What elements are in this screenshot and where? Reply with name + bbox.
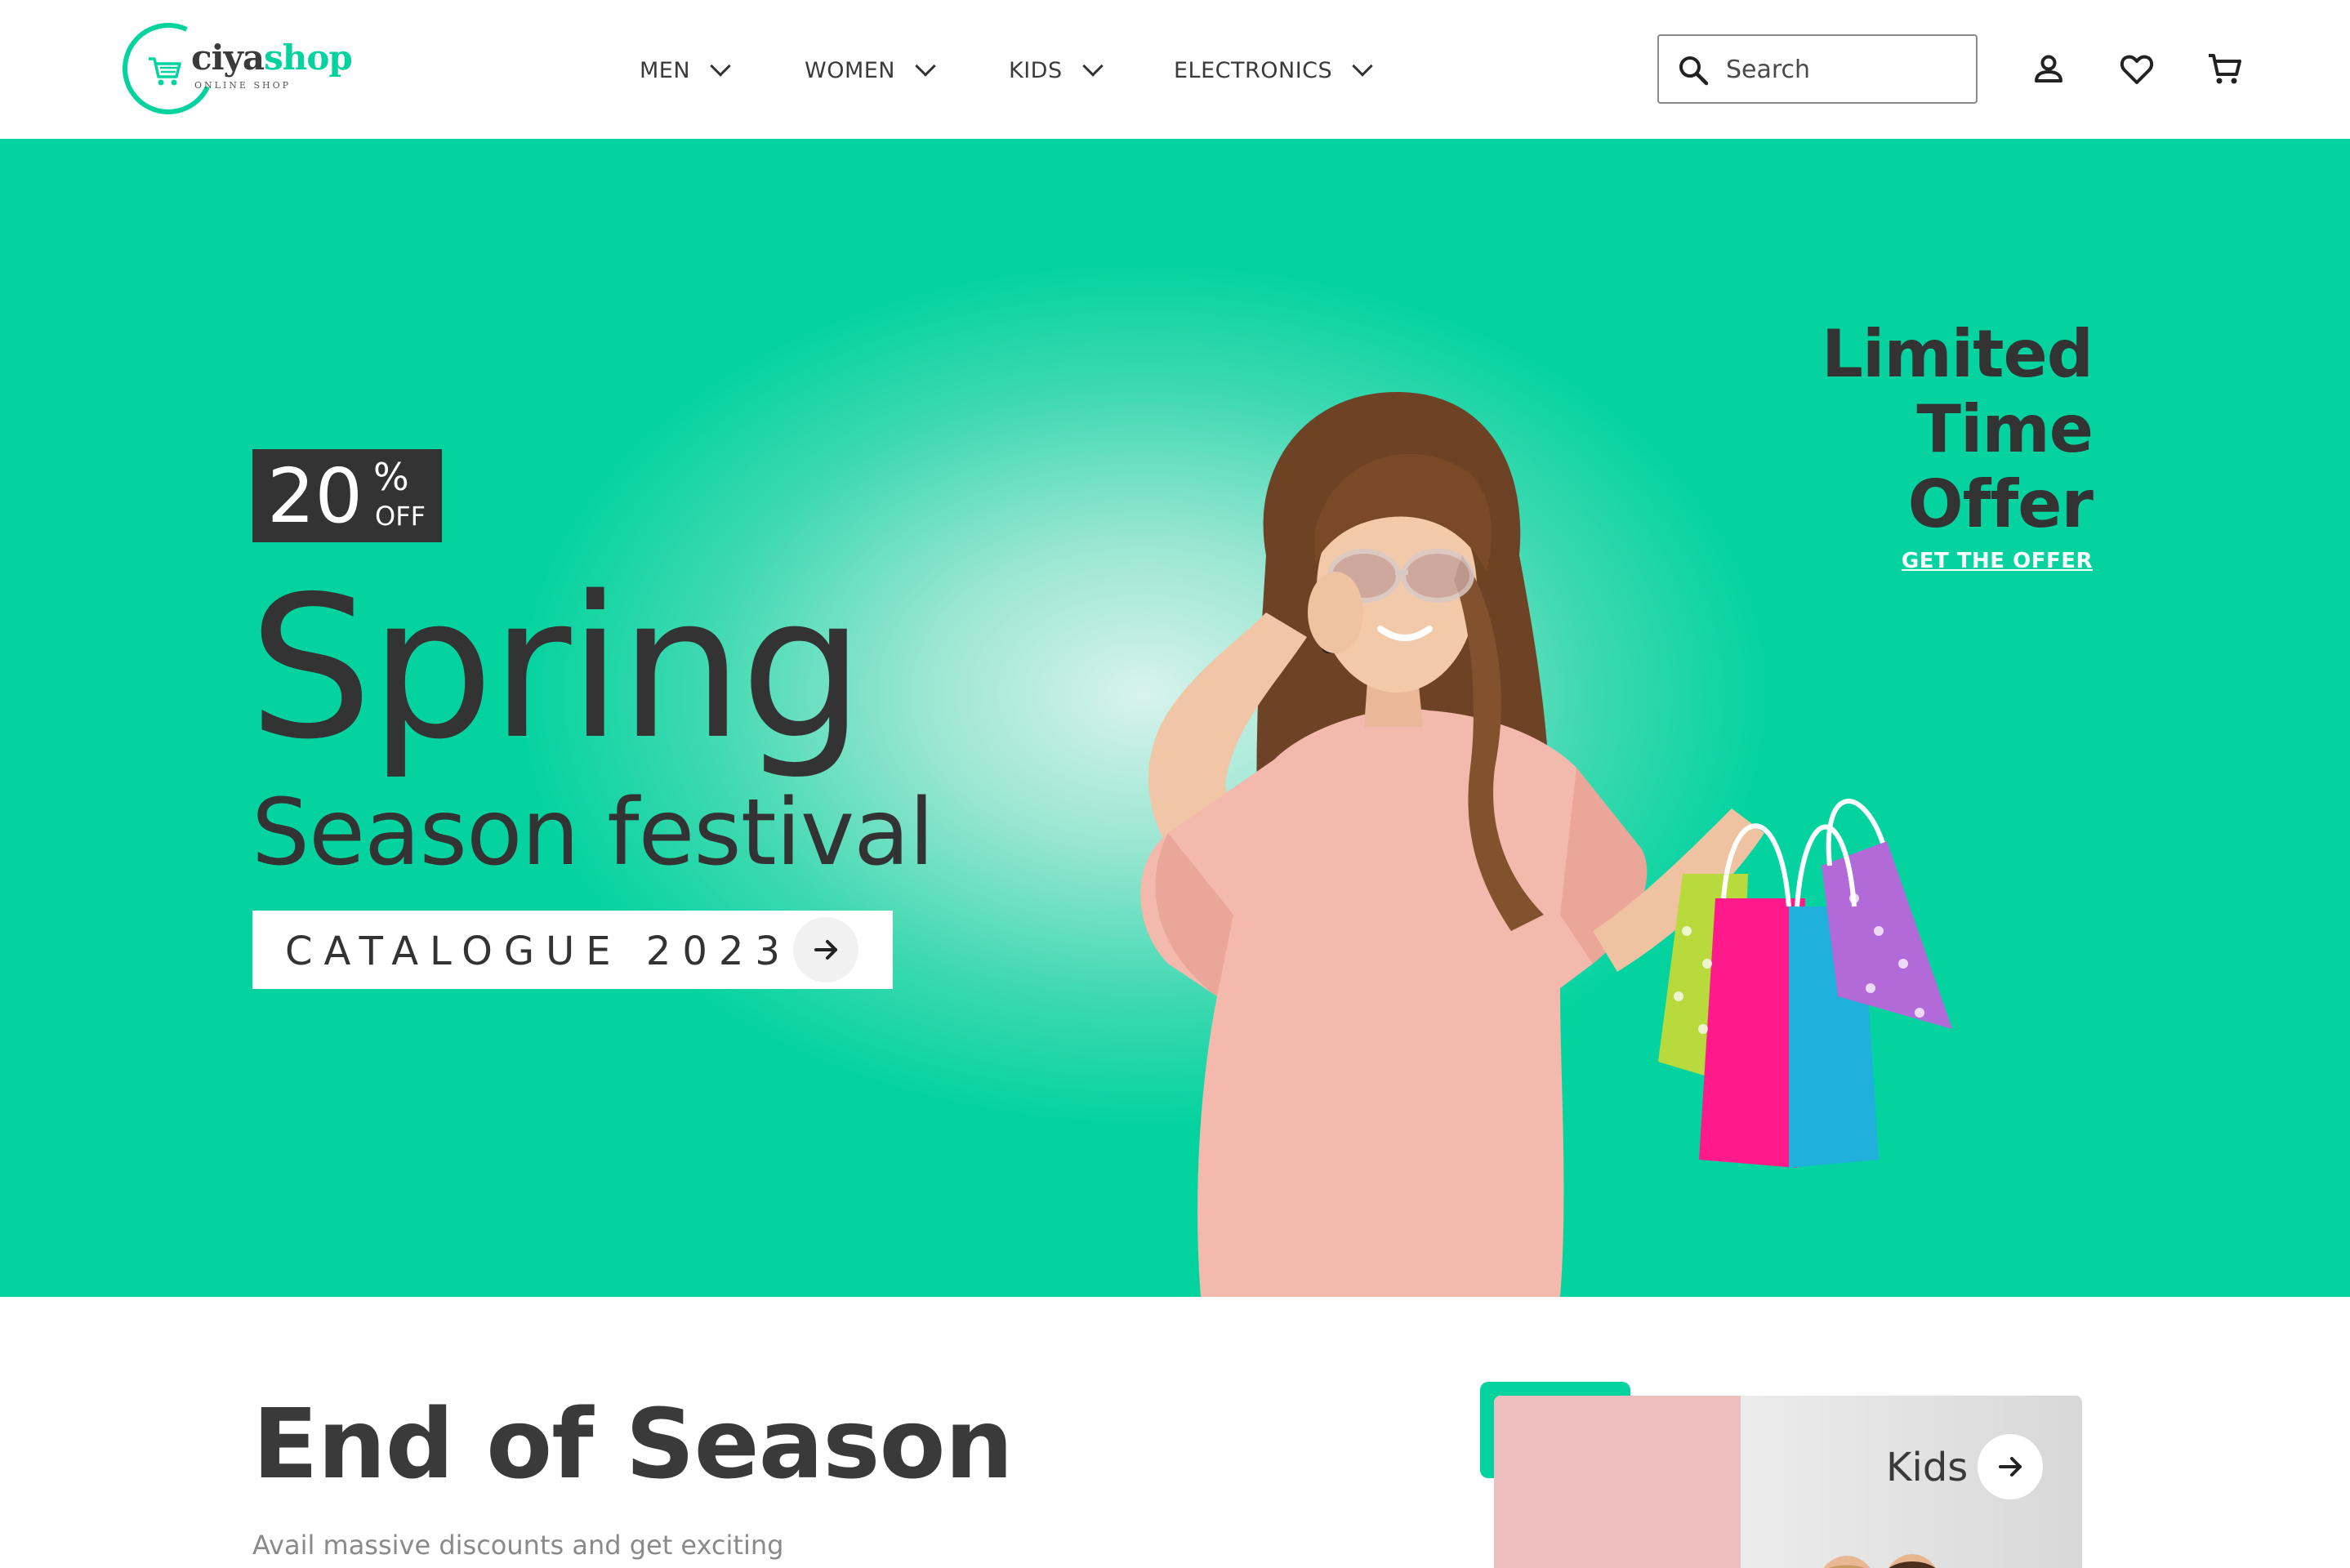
chevron-down-icon	[1352, 56, 1373, 77]
brand-tagline: ONLINE SHOP	[194, 80, 291, 91]
brand-name-part2: shop	[264, 38, 353, 78]
hero-banner: 20 % OFF Spring Season festival CATALOGU…	[0, 139, 2350, 1297]
arrow-right-icon[interactable]	[1978, 1434, 2043, 1499]
category-card-kids[interactable]: Kids	[1494, 1396, 2082, 1568]
catalogue-button-label: CATALOGUE 2023	[285, 929, 792, 974]
search-icon[interactable]	[1677, 54, 1710, 87]
user-icon[interactable]	[2029, 50, 2068, 89]
heart-icon[interactable]	[2117, 50, 2156, 89]
search-input[interactable]	[1726, 47, 1963, 91]
chevron-down-icon	[915, 56, 936, 77]
offer-line-3: Offer	[1907, 466, 2094, 542]
site-header: ciyashop ONLINE SHOP MEN WOMEN KIDS ELEC…	[0, 0, 2350, 139]
discount-off-label: OFF	[375, 501, 426, 532]
nav-item-label: WOMEN	[805, 57, 896, 83]
nav-item-men[interactable]: MEN	[640, 47, 731, 93]
hero-headline: Spring	[248, 554, 864, 782]
search-box[interactable]	[1657, 34, 1978, 104]
discount-badge: 20 % OFF	[252, 449, 442, 542]
brand-logo[interactable]: ciyashop ONLINE SHOP	[109, 10, 353, 127]
catalogue-button[interactable]: CATALOGUE 2023	[252, 911, 893, 989]
nav-item-kids[interactable]: KIDS	[1009, 47, 1104, 93]
brand-name: ciyashop	[191, 38, 353, 78]
cart-icon[interactable]	[2205, 50, 2245, 89]
discount-percent: %	[373, 455, 409, 499]
nav-item-label: ELECTRONICS	[1174, 57, 1333, 83]
nav-item-electronics[interactable]: ELECTRONICS	[1174, 47, 1373, 93]
offer-line-2: Time	[1916, 391, 2094, 467]
nav-item-label: KIDS	[1009, 57, 1063, 83]
section-subtitle: Avail massive discounts and get exciting	[252, 1530, 784, 1561]
card-pink-panel	[1494, 1396, 1741, 1568]
brand-name-part1: ciya	[191, 38, 265, 78]
offer-line-1: Limited	[1822, 316, 2094, 392]
chevron-down-icon	[710, 56, 731, 77]
chevron-down-icon	[1081, 56, 1104, 77]
cart-logo-icon	[149, 57, 181, 86]
nav-item-label: MEN	[640, 57, 691, 83]
hero-subheadline: Season festival	[252, 780, 934, 886]
nav-item-women[interactable]: WOMEN	[805, 47, 936, 93]
arrow-right-icon	[793, 917, 858, 982]
get-offer-link[interactable]: GET THE OFFER	[1902, 549, 2093, 573]
limited-offer-heading: Limited Time Offer	[1822, 316, 2094, 542]
category-card-label: Kids	[1886, 1445, 1969, 1490]
discount-number: 20	[267, 452, 363, 540]
section-title: End of Season	[252, 1388, 1014, 1500]
